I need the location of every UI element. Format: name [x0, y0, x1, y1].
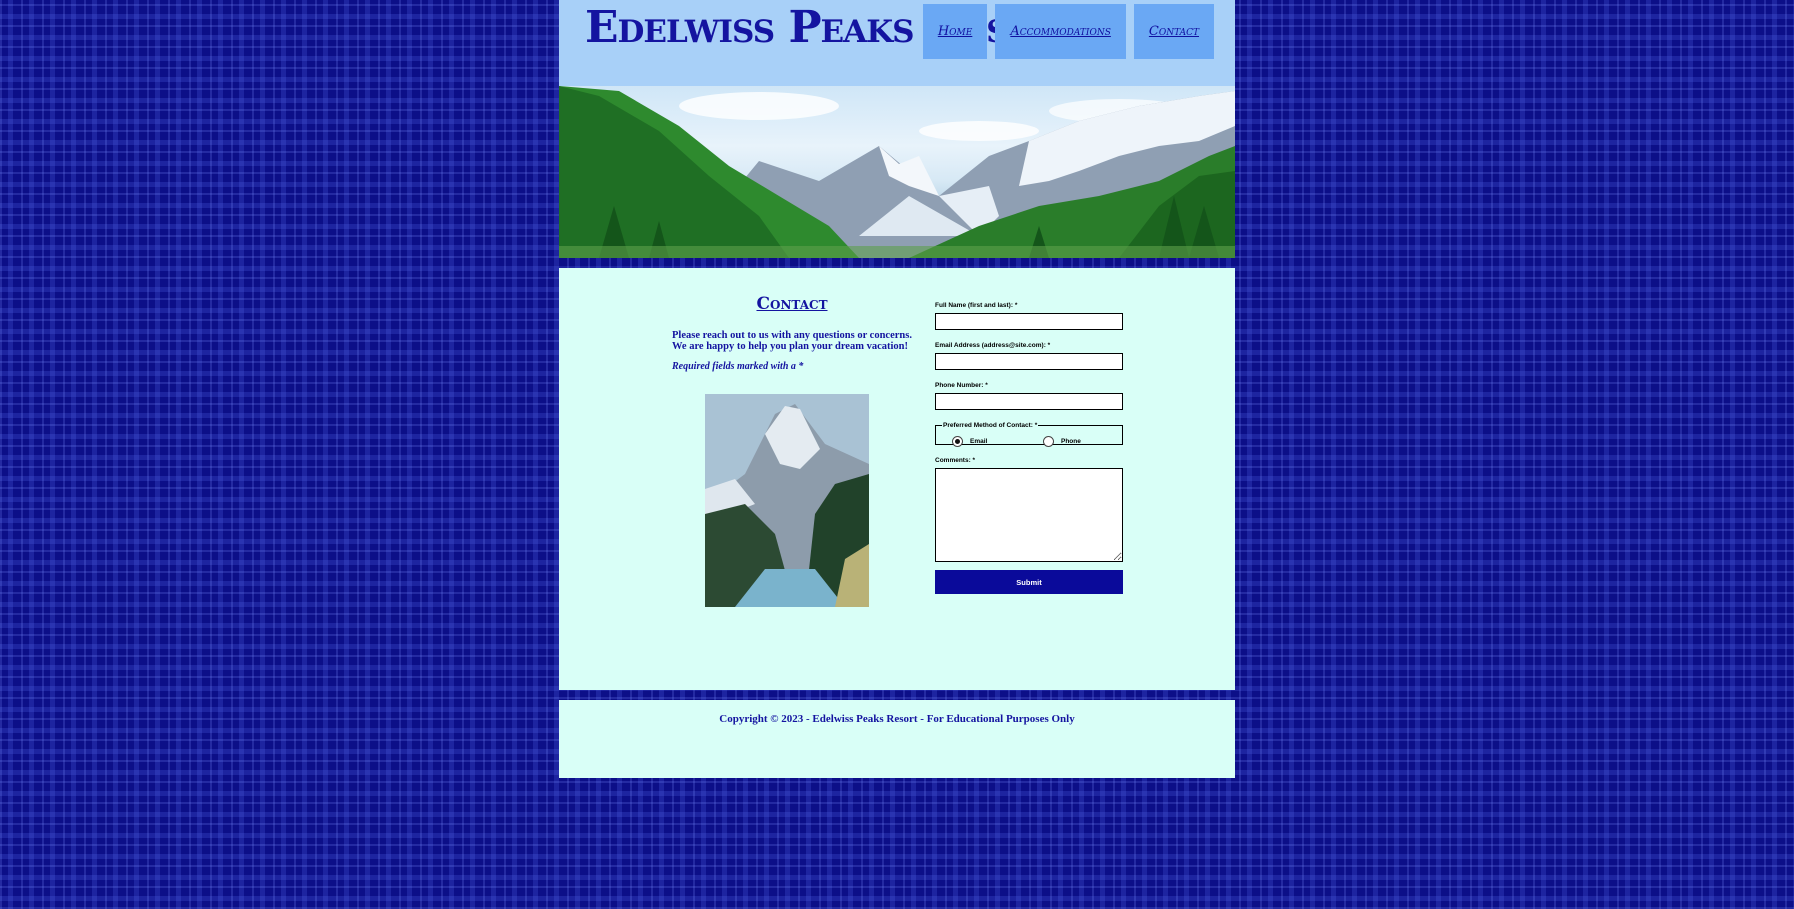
phone-label: Phone Number: *	[935, 382, 988, 389]
comments-label: Comments: *	[935, 457, 976, 464]
copyright-text: Copyright © 2023 - Edelwiss Peaks Resort…	[719, 713, 1075, 725]
phone-radio[interactable]	[1043, 436, 1054, 447]
submit-button[interactable]: Submit	[935, 570, 1123, 594]
site-footer: Copyright © 2023 - Edelwiss Peaks Resort…	[559, 700, 1235, 778]
email-radio-label: Email	[970, 438, 988, 445]
nav-home[interactable]: Home	[922, 4, 988, 59]
email-radio[interactable]	[952, 436, 963, 447]
full-name-label: Full Name (first and last): *	[935, 302, 1018, 309]
contact-method-fieldset: Preferred Method of Contact: * Email Pho…	[935, 422, 1123, 447]
mountain-photo	[705, 394, 869, 607]
email-label: Email Address (address@site.com): *	[935, 342, 1051, 349]
phone-radio-label: Phone	[1061, 438, 1081, 445]
contact-info: Contact Please reach out to us with any …	[672, 294, 912, 372]
nav-contact[interactable]: Contact	[1133, 4, 1214, 59]
email-input[interactable]	[935, 353, 1123, 370]
phone-input[interactable]	[935, 393, 1123, 410]
email-radio-option[interactable]: Email	[952, 436, 987, 447]
content-section: Contact Please reach out to us with any …	[559, 268, 1235, 690]
phone-radio-option[interactable]: Phone	[1043, 436, 1081, 447]
required-note: Required fields marked with a *	[672, 361, 804, 372]
contact-form: Full Name (first and last): * Email Addr…	[935, 302, 1123, 594]
hero-banner-image	[559, 86, 1235, 258]
nav-accommodations[interactable]: Accommodations	[995, 4, 1126, 59]
main-nav: Home Accommodations Contact	[922, 4, 1214, 59]
page-title: Contact	[756, 294, 828, 314]
intro-text: Please reach out to us with any question…	[672, 330, 912, 352]
comments-textarea[interactable]	[935, 468, 1123, 562]
site-header: Edelwiss Peaks Resort Home Accommodation…	[559, 0, 1235, 86]
contact-method-legend: Preferred Method of Contact: *	[943, 422, 1038, 429]
page-wrapper: Edelwiss Peaks Resort Home Accommodation…	[559, 0, 1235, 778]
full-name-input[interactable]	[935, 313, 1123, 330]
